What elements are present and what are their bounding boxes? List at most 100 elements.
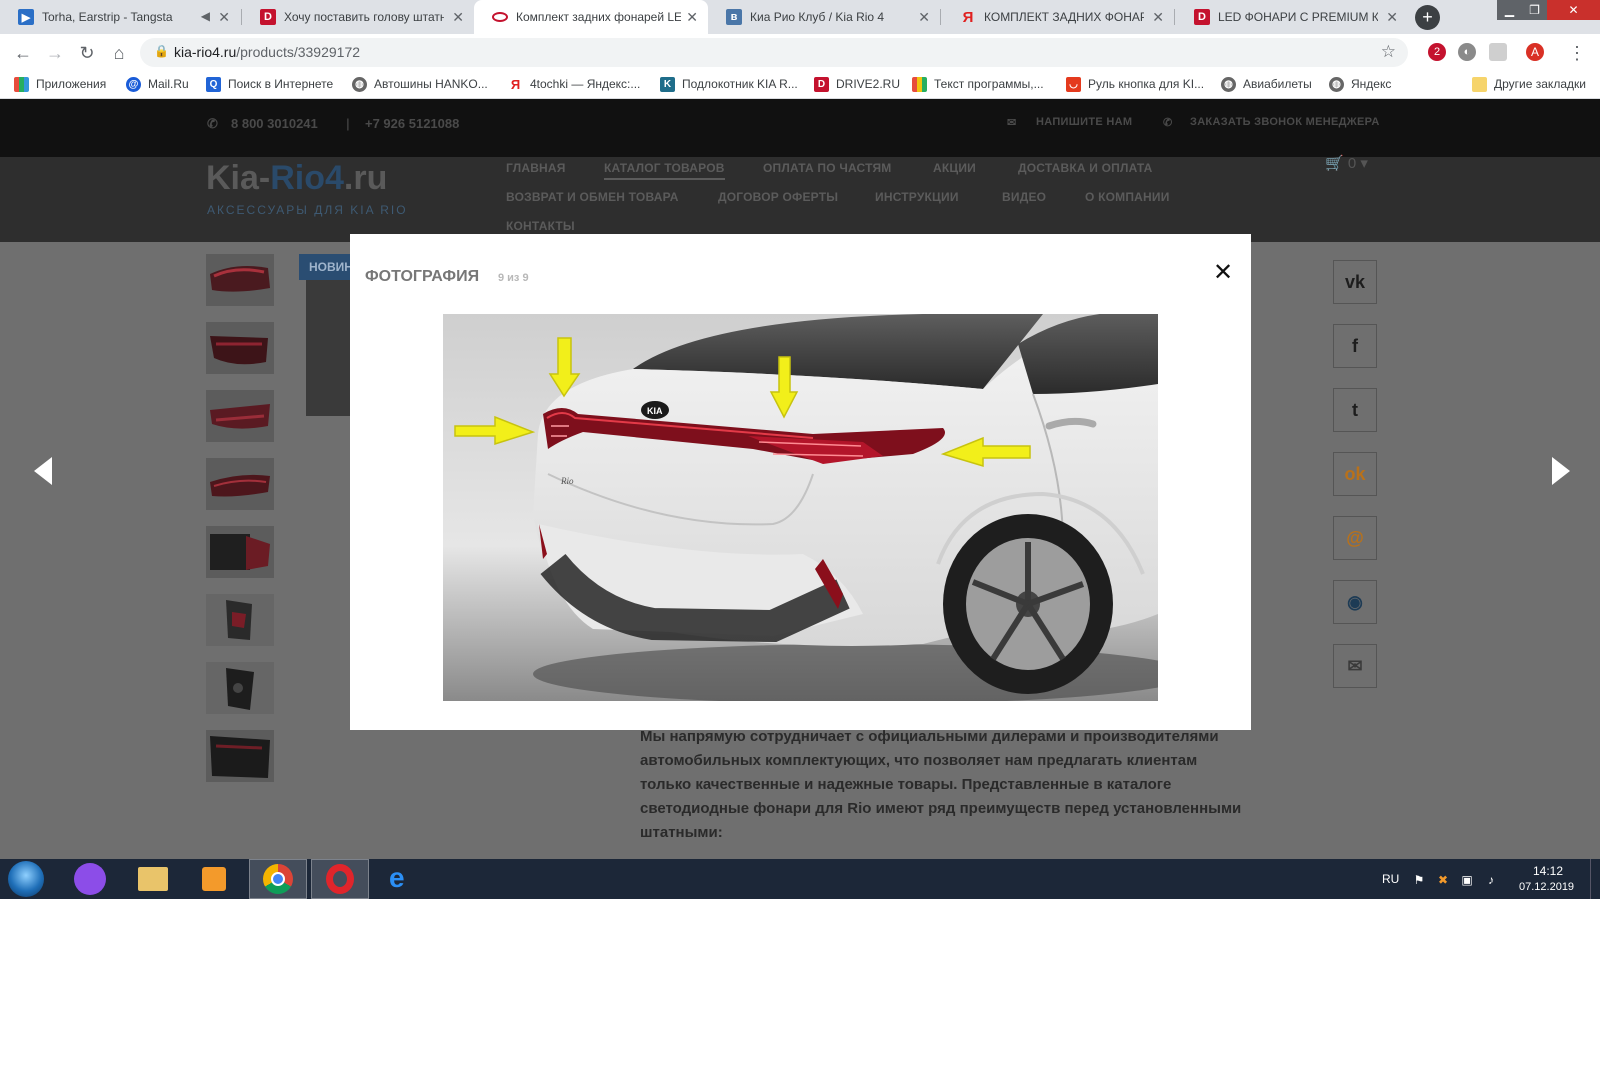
bookmark-item[interactable]: Я 4tochki — Яндекс:... bbox=[508, 77, 641, 93]
browser-tab[interactable]: Я КОМПЛЕКТ ЗАДНИХ ФОНАРЕЙ ✕ bbox=[942, 0, 1174, 34]
extension-icon[interactable] bbox=[1489, 43, 1507, 61]
tab-title: Хочу поставить голову штатну bbox=[284, 10, 444, 24]
menu-item-active[interactable]: КАТАЛОГ ТОВАРОВ bbox=[604, 161, 725, 180]
profile-avatar[interactable]: A bbox=[1526, 43, 1544, 61]
new-tab-button[interactable]: + bbox=[1415, 5, 1440, 30]
alice-app-icon[interactable] bbox=[62, 859, 120, 899]
reload-icon[interactable]: ↻ bbox=[76, 42, 98, 64]
close-icon[interactable]: ✕ bbox=[1212, 261, 1234, 285]
product-thumbnail[interactable] bbox=[206, 458, 274, 510]
product-thumbnail[interactable] bbox=[206, 254, 274, 306]
minimize-icon[interactable]: ▁ bbox=[1497, 0, 1522, 20]
flag-icon[interactable]: ⚑ bbox=[1412, 873, 1426, 887]
menu-item[interactable]: ВОЗВРАТ И ОБМЕН ТОВАРА bbox=[506, 190, 679, 204]
volume-icon[interactable]: ♪ bbox=[1484, 873, 1498, 887]
menu-item[interactable]: АКЦИИ bbox=[933, 161, 976, 175]
bookmark-item[interactable]: ◍ Авиабилеты bbox=[1221, 77, 1312, 93]
bookmark-item[interactable]: D DRIVE2.RU bbox=[814, 77, 900, 93]
browser-tab[interactable]: в Киа Рио Клуб / Kia Rio 4 ✕ bbox=[708, 0, 940, 34]
cart-button[interactable]: 🛒 0 ▾ bbox=[1325, 154, 1368, 172]
start-button[interactable] bbox=[8, 861, 44, 897]
twitter-icon[interactable]: t bbox=[1333, 388, 1377, 432]
email-icon[interactable]: ✉ bbox=[1333, 644, 1377, 688]
show-desktop-button[interactable] bbox=[1590, 859, 1600, 899]
chrome-app-icon[interactable] bbox=[249, 859, 307, 899]
vk-icon[interactable]: vk bbox=[1333, 260, 1377, 304]
phone-callback-icon: ✆ bbox=[1163, 117, 1173, 129]
product-thumbnail[interactable] bbox=[206, 730, 274, 782]
call-manager-link[interactable]: ЗАКАЗАТЬ ЗВОНОК МЕНЕДЖЕРА bbox=[1190, 116, 1380, 128]
close-tab-icon[interactable]: ✕ bbox=[218, 9, 230, 25]
back-icon[interactable]: ← bbox=[12, 42, 34, 64]
antivirus-icon[interactable]: ✖ bbox=[1436, 873, 1450, 887]
clock-time[interactable]: 14:12 bbox=[1533, 864, 1563, 878]
gallery-next-arrow-icon[interactable] bbox=[1552, 457, 1570, 485]
tab-strip: ▶ Torha, Earstrip - Tangsta ◀ ✕ D Хочу п… bbox=[0, 0, 1600, 34]
product-thumbnail[interactable] bbox=[206, 594, 274, 646]
bookmark-other[interactable]: Другие закладки bbox=[1472, 77, 1586, 93]
internet-explorer-app-icon[interactable]: e bbox=[373, 859, 431, 899]
opera-app-icon[interactable] bbox=[311, 859, 369, 899]
product-thumbnail[interactable] bbox=[206, 322, 274, 374]
close-window-icon[interactable]: ✕ bbox=[1547, 0, 1600, 20]
clock-date[interactable]: 07.12.2019 bbox=[1519, 881, 1574, 893]
home-icon[interactable]: ⌂ bbox=[108, 42, 130, 64]
menu-item[interactable]: ВИДЕО bbox=[1002, 190, 1046, 204]
menu-item[interactable]: О КОМПАНИИ bbox=[1085, 190, 1170, 204]
gallery-prev-arrow-icon[interactable] bbox=[34, 457, 52, 485]
menu-item[interactable]: КОНТАКТЫ bbox=[506, 219, 575, 233]
bookmark-item[interactable]: ◡ Руль кнопка для KI... bbox=[1066, 77, 1204, 93]
close-tab-icon[interactable]: ✕ bbox=[918, 9, 930, 25]
address-bar[interactable]: 🔒 kia-rio4.ru/products/33929172 ☆ bbox=[140, 38, 1408, 67]
browser-tab[interactable]: D Хочу поставить голову штатну ✕ bbox=[242, 0, 474, 34]
tab-title: Киа Рио Клуб / Kia Rio 4 bbox=[750, 10, 885, 24]
close-tab-icon[interactable]: ✕ bbox=[686, 9, 698, 25]
yandex-icon: Я bbox=[510, 77, 521, 92]
mailru-icon[interactable]: @ bbox=[1333, 516, 1377, 560]
extension-icon[interactable]: ◐ bbox=[1458, 43, 1476, 61]
site-logo[interactable]: Kia-Rio4.ru bbox=[206, 159, 387, 198]
language-indicator[interactable]: RU bbox=[1382, 872, 1399, 886]
browser-tab[interactable]: D LED ФОНАРИ С PREMIUM КОМ ✕ bbox=[1176, 0, 1408, 34]
phone-number[interactable]: 8 800 3010241 bbox=[231, 116, 318, 131]
globe-icon: ◍ bbox=[352, 77, 367, 92]
menu-item[interactable]: ИНСТРУКЦИИ bbox=[875, 190, 959, 204]
bookmark-item[interactable]: ◍ Автошины HANKO... bbox=[352, 77, 488, 93]
menu-item[interactable]: ДОСТАВКА И ОПЛАТА bbox=[1018, 161, 1153, 175]
restore-icon[interactable]: ❐ bbox=[1522, 0, 1547, 20]
product-thumbnail[interactable] bbox=[206, 662, 274, 714]
menu-kebab-icon[interactable]: ⋮ bbox=[1566, 42, 1588, 64]
menu-item[interactable]: ДОГОВОР ОФЕРТЫ bbox=[718, 190, 838, 204]
description-line: автомобильных комплектующих, что позволя… bbox=[640, 752, 1198, 769]
menu-item[interactable]: ГЛАВНАЯ bbox=[506, 161, 566, 175]
odnoklassniki-icon[interactable]: ok bbox=[1333, 452, 1377, 496]
drive2-icon: D bbox=[260, 9, 276, 25]
livejournal-icon[interactable]: ◉ bbox=[1333, 580, 1377, 624]
search-icon: Q bbox=[206, 77, 221, 92]
product-thumbnail[interactable] bbox=[206, 526, 274, 578]
menu-item[interactable]: ОПЛАТА ПО ЧАСТЯМ bbox=[763, 161, 891, 175]
modal-photo[interactable]: KIA Rio bbox=[443, 314, 1158, 701]
extension-icon[interactable]: 2 bbox=[1428, 43, 1446, 61]
phone-number[interactable]: +7 926 5121088 bbox=[365, 116, 459, 131]
close-tab-icon[interactable]: ✕ bbox=[1386, 9, 1398, 25]
media-player-app-icon[interactable] bbox=[186, 859, 244, 899]
close-tab-icon[interactable]: ✕ bbox=[1152, 9, 1164, 25]
close-tab-icon[interactable]: ✕ bbox=[452, 9, 464, 25]
browser-tab[interactable]: ▶ Torha, Earstrip - Tangsta ◀ ✕ bbox=[0, 0, 240, 34]
explorer-app-icon[interactable] bbox=[124, 859, 182, 899]
forward-icon[interactable]: → bbox=[44, 42, 66, 64]
product-thumbnail[interactable] bbox=[206, 390, 274, 442]
facebook-icon[interactable]: f bbox=[1333, 324, 1377, 368]
bookmark-item[interactable]: Q Поиск в Интернете bbox=[206, 77, 333, 93]
bookmark-item[interactable]: ◍ Яндекс bbox=[1329, 77, 1391, 93]
write-us-link[interactable]: НАПИШИТЕ НАМ bbox=[1036, 116, 1132, 128]
tab-title: Комплект задних фонарей LED bbox=[516, 10, 681, 24]
browser-tab-active[interactable]: Комплект задних фонарей LED ✕ bbox=[474, 0, 708, 34]
bookmark-apps[interactable]: Приложения bbox=[14, 77, 106, 93]
bookmark-item[interactable]: @ Mail.Ru bbox=[126, 77, 189, 93]
network-icon[interactable]: ▣ bbox=[1460, 873, 1474, 887]
bookmark-star-icon[interactable]: ☆ bbox=[1381, 42, 1396, 62]
bookmark-item[interactable]: K Подлокотник KIA R... bbox=[660, 77, 798, 93]
bookmark-item[interactable]: Текст программы,... bbox=[912, 77, 1044, 93]
